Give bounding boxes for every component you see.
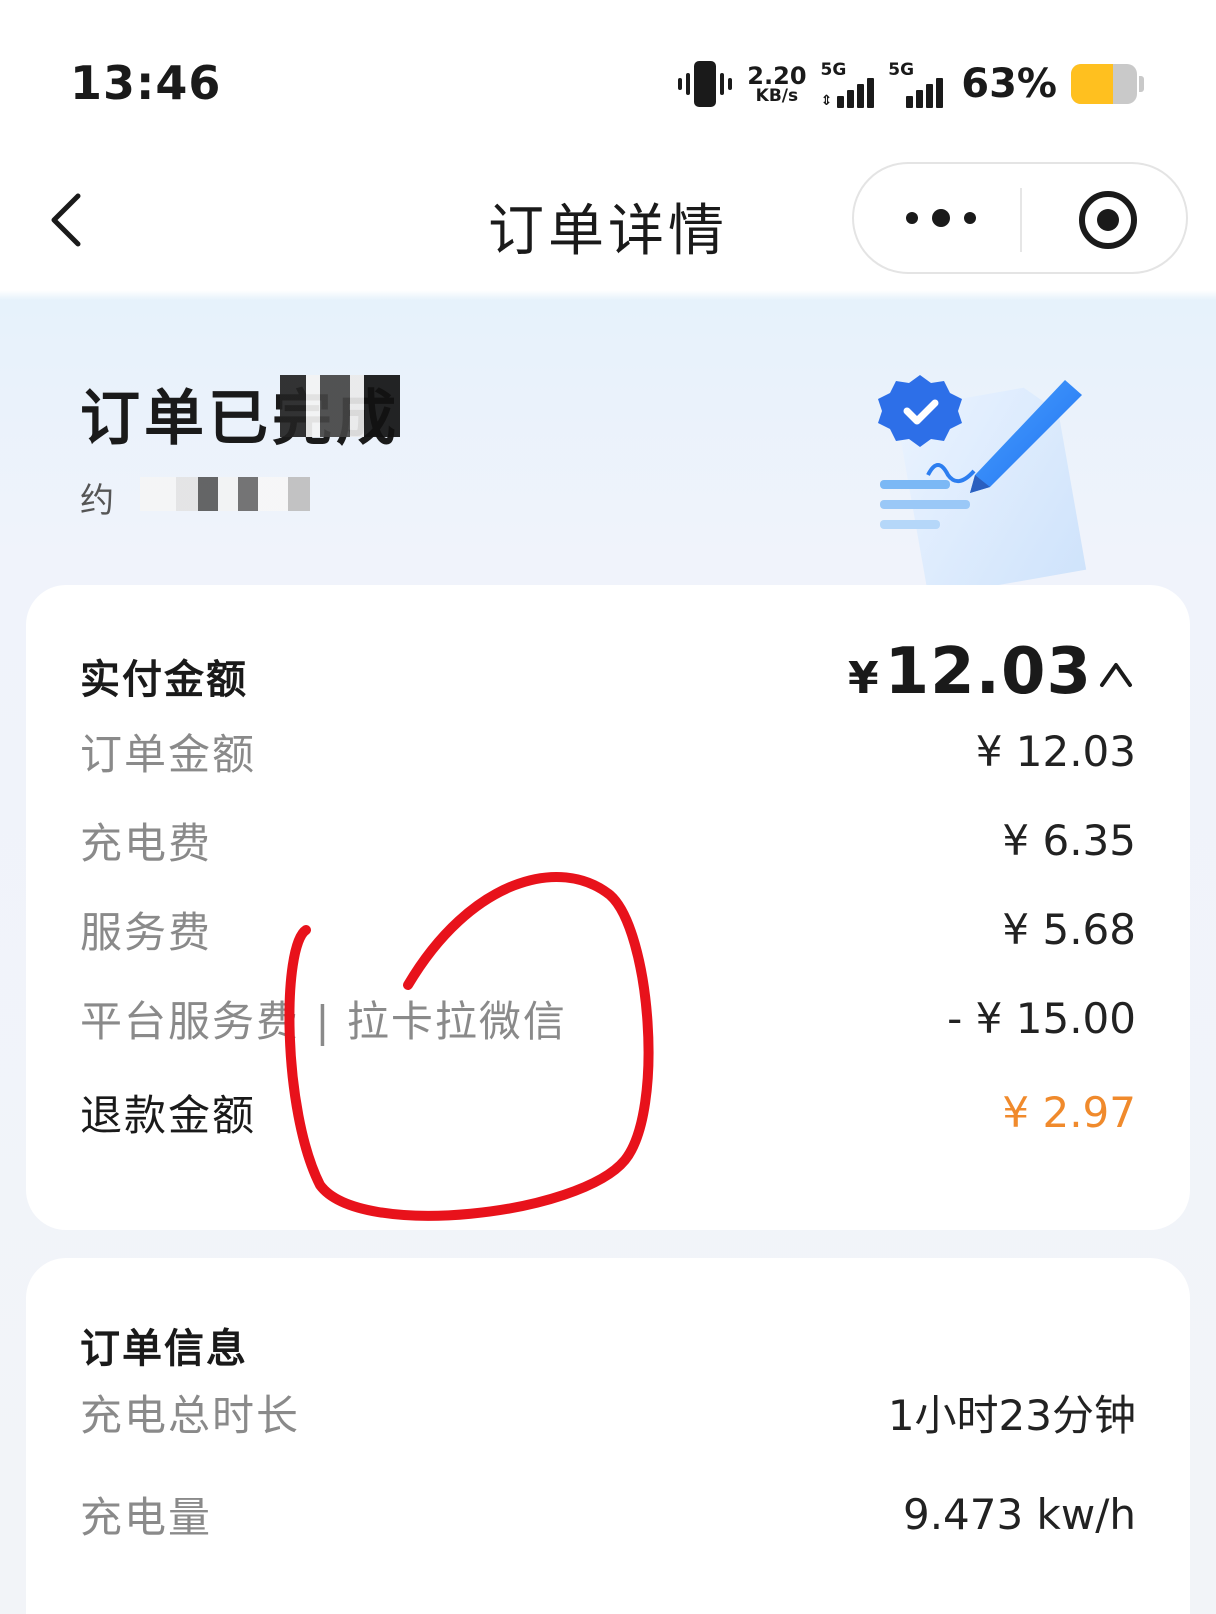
order-status-subtitle: 约 [80, 481, 114, 521]
payment-card: 实付金额 ¥ 12.03 订单金额 ¥ 12.03 充电费 ¥ 6.35 服务费… [26, 585, 1190, 1230]
info-row-label: 充电总时长 [80, 1390, 301, 1440]
paid-amount-label: 实付金额 [80, 657, 248, 703]
fee-row: 充电费 ¥ 6.35 [80, 810, 1136, 870]
info-row: 充电量 9.473 kw/h [80, 1484, 1136, 1544]
vibrate-icon [678, 61, 733, 107]
signal-sim2-icon: 5G [888, 60, 944, 108]
network-speed-unit: KB/s [755, 85, 799, 106]
status-time: 13:46 [70, 56, 222, 110]
network-speed: 2.20 KB/s [747, 64, 806, 105]
sim1-network-tag: 5G [820, 60, 847, 80]
more-dots-icon[interactable] [902, 202, 980, 234]
status-bar: 13:46 2.20 KB/s 5G ⇕ 5G 63% [0, 0, 1216, 150]
fee-row-value: - ¥ 15.00 [947, 993, 1136, 1043]
pixelated-redaction [140, 477, 310, 511]
battery-percent: 63% [961, 61, 1057, 107]
data-arrows-icon: ⇕ [820, 93, 833, 109]
status-icons: 2.20 KB/s 5G ⇕ 5G 63% [677, 56, 1144, 112]
fee-row-label: 平台服务费 | 拉卡拉微信 [80, 996, 567, 1046]
signed-document-icon [878, 375, 1087, 585]
order-detail-page: 13:46 2.20 KB/s 5G ⇕ 5G 63% 订单详情 订单已完成 约… [0, 0, 1216, 1614]
pixelated-redaction [280, 375, 400, 437]
paid-amount-currency: ¥ [847, 653, 879, 704]
target-circle-icon[interactable] [1076, 188, 1140, 252]
fee-row-label: 服务费 [80, 907, 213, 957]
info-row-value: 1小时23分钟 [887, 1390, 1136, 1440]
refund-value: ¥ 2.97 [1002, 1087, 1136, 1137]
fee-row-label: 充电费 [80, 818, 213, 868]
chevron-up-icon[interactable] [1098, 659, 1134, 689]
order-info-heading: 订单信息 [80, 1326, 248, 1372]
fee-row-label: 订单金额 [80, 729, 257, 779]
fee-row: 订单金额 ¥ 12.03 [80, 721, 1136, 781]
order-info-card: 订单信息 充电总时长 1小时23分钟 充电量 9.473 kw/h [26, 1258, 1190, 1614]
battery-icon [1071, 64, 1137, 104]
paid-amount-total[interactable]: ¥ 12.03 [848, 635, 1092, 709]
mini-program-capsule [852, 162, 1188, 274]
network-speed-value: 2.20 [747, 61, 807, 90]
capsule-divider [1020, 188, 1022, 252]
paid-amount-value: 12.03 [884, 635, 1092, 709]
sim2-network-tag: 5G [888, 60, 915, 80]
refund-row: 退款金额 ¥ 2.97 [80, 1082, 1136, 1142]
fee-row: 平台服务费 | 拉卡拉微信 - ¥ 15.00 [80, 988, 1136, 1048]
fee-row-value: ¥ 6.35 [1002, 815, 1136, 865]
order-status-hero: 订单已完成 约 [0, 285, 1216, 585]
signal-sim1-icon: 5G ⇕ [821, 60, 875, 108]
info-row-value: 9.473 kw/h [902, 1489, 1136, 1539]
refund-label: 退款金额 [80, 1090, 257, 1140]
fee-row-value: ¥ 5.68 [1002, 904, 1136, 954]
info-row: 充电总时长 1小时23分钟 [80, 1382, 1136, 1442]
fee-row-value: ¥ 12.03 [975, 726, 1136, 776]
info-row-label: 充电量 [80, 1492, 213, 1542]
nav-bar: 订单详情 [0, 150, 1216, 285]
battery-cap [1139, 76, 1144, 92]
fee-row: 服务费 ¥ 5.68 [80, 899, 1136, 959]
